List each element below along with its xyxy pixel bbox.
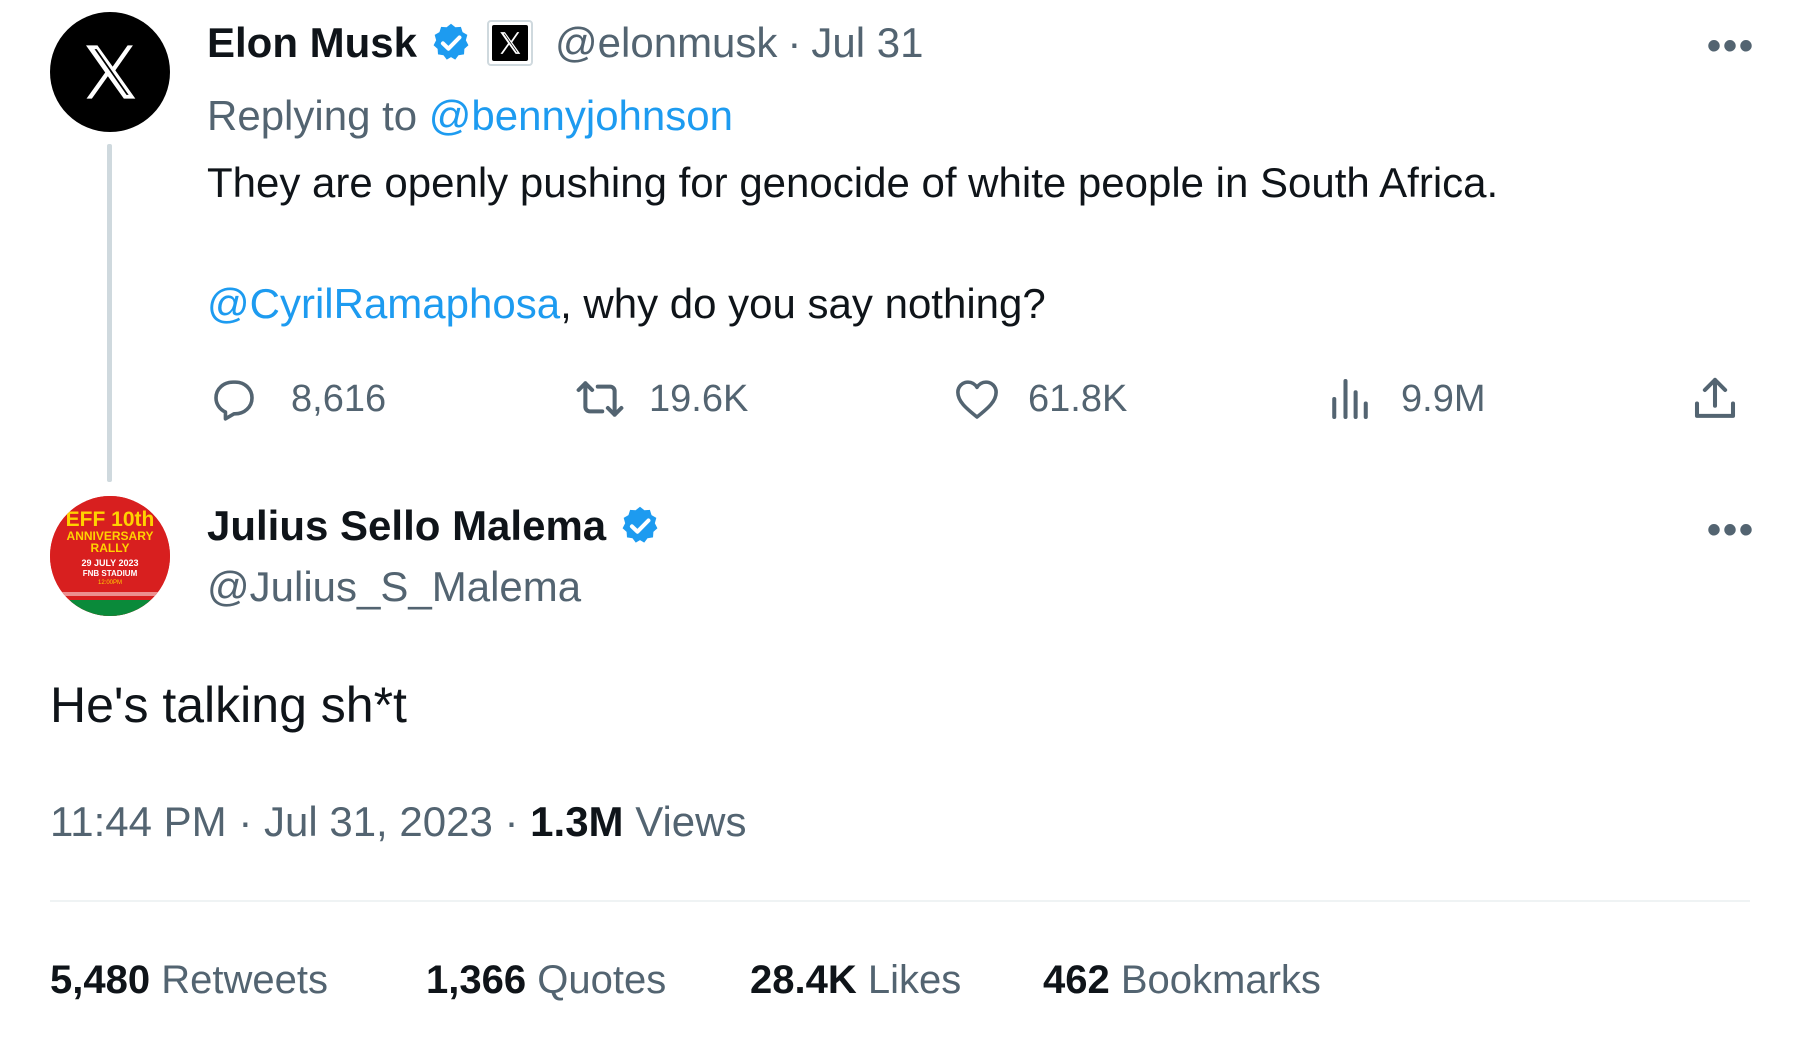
parent-tweet-text-rest: , why do you say nothing? [560, 280, 1046, 327]
views-count: 9.9M [1401, 377, 1486, 420]
replying-to-label: Replying to [207, 92, 429, 139]
svg-text:29 JULY 2023: 29 JULY 2023 [81, 558, 138, 568]
bookmarks-stat-count: 462 [1043, 958, 1110, 1002]
reply-count: 8,616 [291, 377, 387, 420]
retweet-icon [576, 381, 624, 417]
replying-to-line: Replying to @bennyjohnson [207, 92, 733, 140]
like-icon [956, 380, 998, 419]
tweet-date[interactable]: Jul 31, 2023 [264, 798, 493, 845]
verified-badge-icon [433, 23, 469, 60]
parent-tweet-header: Elon Musk @elonmusk · Jul 31 [207, 20, 924, 66]
parent-author-name[interactable]: Elon Musk [207, 22, 417, 64]
thread-line [107, 144, 112, 482]
like-button[interactable]: 61.8K [950, 372, 1127, 426]
tweet-timestamp: 11:44 PM · Jul 31, 2023 · 1.3M Views [50, 798, 747, 846]
svg-text:RALLY: RALLY [91, 541, 130, 555]
quotes-stat-count: 1,366 [426, 958, 527, 1002]
eff-rally-avatar-image: EFF 10th ANNIVERSARY RALLY 29 JULY 2023 … [50, 496, 170, 616]
parent-author-handle[interactable]: @elonmusk [555, 22, 777, 64]
bookmarks-stat-link[interactable]: 462 Bookmarks [1043, 958, 1321, 1003]
main-tweet-header: Julius Sello Malema [207, 504, 662, 548]
likes-stat-link[interactable]: 28.4K Likes [750, 958, 961, 1003]
retweets-stat-label: Retweets [161, 958, 328, 1002]
likes-stat-label: Likes [867, 958, 962, 1002]
parent-tweet-text-line2: @CyrilRamaphosa, why do you say nothing? [207, 280, 1046, 328]
replying-to-handle-link[interactable]: @bennyjohnson [429, 92, 733, 139]
quotes-stat-link[interactable]: 1,366 Quotes [426, 958, 666, 1003]
views-button[interactable]: 9.9M [1323, 372, 1485, 426]
retweets-stat-count: 5,480 [50, 958, 151, 1002]
avatar-elonmusk[interactable] [50, 12, 170, 132]
main-more-button[interactable]: ••• [1707, 510, 1755, 550]
retweet-button[interactable]: 19.6K [573, 372, 748, 426]
svg-text:FNB STADIUM: FNB STADIUM [83, 569, 138, 578]
views-label: Views [635, 798, 747, 845]
main-author-name[interactable]: Julius Sello Malema [207, 505, 606, 547]
more-icon: ••• [1707, 508, 1756, 552]
quotes-stat-label: Quotes [537, 958, 667, 1002]
main-tweet-text: He's talking sh*t [50, 677, 407, 733]
share-button[interactable] [1688, 372, 1742, 426]
separator-dot: · [238, 798, 264, 845]
x-logo-icon [86, 45, 136, 99]
avatar-julius-malema[interactable]: EFF 10th ANNIVERSARY RALLY 29 JULY 2023 … [50, 496, 170, 616]
verified-badge-icon [622, 506, 658, 543]
views-total-count: 1.3M [530, 798, 624, 845]
share-icon [1694, 377, 1736, 418]
likes-stat-count: 28.4K [750, 958, 857, 1002]
like-count: 61.8K [1028, 377, 1128, 420]
separator-dot: · [787, 19, 802, 66]
parent-more-button[interactable]: ••• [1707, 26, 1755, 66]
parent-tweet-date[interactable]: Jul 31 [811, 22, 923, 64]
views-icon [1332, 378, 1368, 420]
separator-dot: · [504, 798, 531, 845]
reply-button[interactable]: 8,616 [207, 372, 386, 426]
parent-tweet-text-line1: They are openly pushing for genocide of … [207, 159, 1499, 206]
mention-link[interactable]: @CyrilRamaphosa [207, 280, 560, 327]
bookmarks-stat-label: Bookmarks [1120, 958, 1321, 1002]
retweets-stat-link[interactable]: 5,480 Retweets [50, 958, 328, 1003]
svg-text:12:00PM: 12:00PM [98, 580, 122, 586]
divider [50, 900, 1750, 902]
svg-text:EFF 10th: EFF 10th [66, 508, 155, 531]
main-author-handle[interactable]: @Julius_S_Malema [207, 566, 581, 608]
tweet-time[interactable]: 11:44 PM [50, 798, 227, 845]
x-affiliate-badge-icon [487, 20, 534, 66]
retweet-count: 19.6K [649, 377, 749, 420]
more-icon: ••• [1707, 24, 1756, 68]
reply-icon [214, 380, 254, 421]
